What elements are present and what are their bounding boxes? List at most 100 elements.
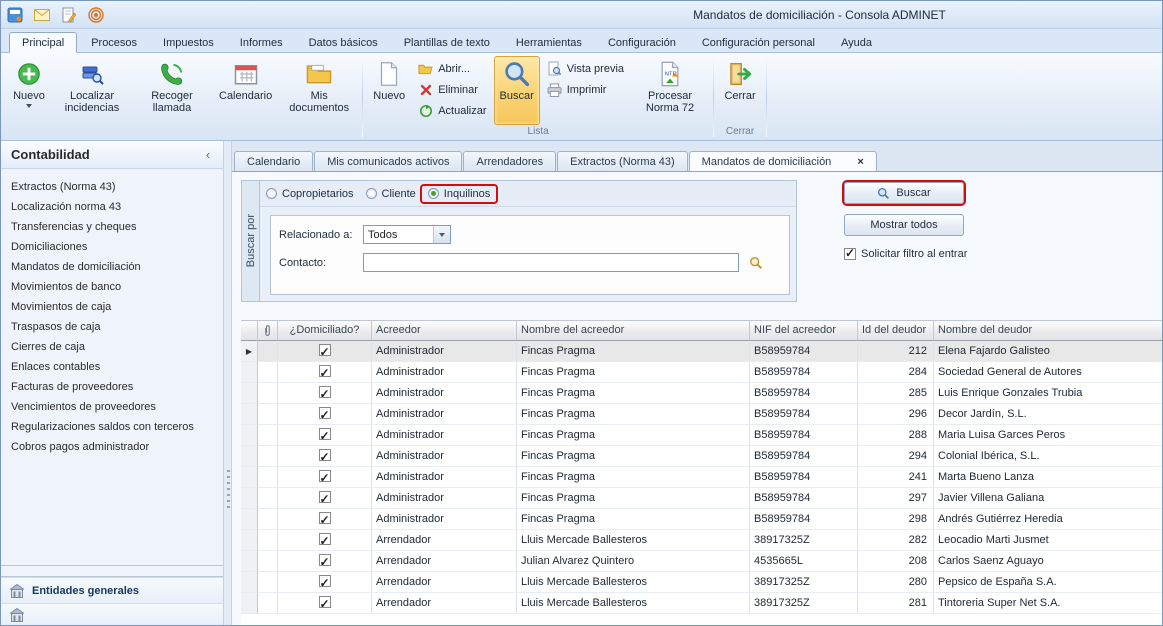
ribbon-tab[interactable]: Configuración personal	[690, 33, 827, 52]
document-tab[interactable]: Extractos (Norma 43)	[557, 151, 688, 171]
recoger-llamada-button[interactable]: Recoger llamada	[133, 56, 211, 125]
collapse-chevron-icon[interactable]	[201, 147, 215, 162]
table-row[interactable]: Administrador Fincas Pragma B58959784 29…	[241, 446, 1162, 467]
sidebar-item[interactable]: Cierres de caja	[1, 337, 223, 357]
sidebar-item[interactable]: Enlaces contables	[1, 357, 223, 377]
table-row[interactable]: Arrendador Lluis Mercade Ballesteros 389…	[241, 572, 1162, 593]
checkbox-icon[interactable]	[319, 575, 331, 587]
record-call-icon[interactable]	[87, 6, 105, 24]
checkbox-icon[interactable]	[319, 512, 331, 524]
checkbox-icon[interactable]	[319, 344, 331, 356]
domiciliado-cell[interactable]	[278, 404, 372, 425]
checkbox-icon[interactable]	[319, 491, 331, 503]
column-header-nif[interactable]: NIF del acreedor	[750, 321, 858, 341]
procesar-norma72-button[interactable]: NTR Procesar Norma 72	[631, 56, 709, 125]
checkbox-icon[interactable]	[319, 428, 331, 440]
sidebar-item[interactable]: Traspasos de caja	[1, 317, 223, 337]
sidebar-bottom-item[interactable]: Entidades generales	[1, 577, 223, 603]
radio-option[interactable]: Cliente	[360, 186, 422, 202]
checkbox-icon[interactable]	[319, 386, 331, 398]
calendario-button[interactable]: Calendario	[213, 56, 278, 125]
buscar-ribbon-button[interactable]: Buscar	[494, 56, 540, 125]
sidebar-item[interactable]: Vencimientos de proveedores	[1, 397, 223, 417]
nuevo-button[interactable]: Nuevo	[367, 56, 411, 125]
relacionado-select[interactable]: Todos	[363, 225, 451, 244]
eliminar-button[interactable]: Eliminar	[413, 80, 491, 99]
mostrar-todos-button[interactable]: Mostrar todos	[844, 214, 964, 236]
document-tab[interactable]: Mandatos de domiciliación	[689, 151, 877, 172]
checkbox-icon[interactable]	[319, 596, 331, 608]
actualizar-button[interactable]: Actualizar	[413, 101, 491, 120]
ribbon-tab[interactable]: Procesos	[79, 33, 149, 52]
sidebar-item[interactable]: Mandatos de domiciliación	[1, 257, 223, 277]
domiciliado-cell[interactable]	[278, 362, 372, 383]
domiciliado-cell[interactable]	[278, 551, 372, 572]
ribbon-tab[interactable]: Configuración	[596, 33, 688, 52]
chevron-down-icon[interactable]	[433, 226, 450, 243]
imprimir-button[interactable]: Imprimir	[542, 80, 629, 99]
domiciliado-cell[interactable]	[278, 572, 372, 593]
checkbox-icon[interactable]	[319, 449, 331, 461]
ribbon-tab[interactable]: Datos básicos	[297, 33, 390, 52]
table-row[interactable]: Administrador Fincas Pragma B58959784 29…	[241, 509, 1162, 530]
domiciliado-cell[interactable]	[278, 425, 372, 446]
radio-option[interactable]: Inquilinos	[422, 186, 496, 202]
sidebar-item[interactable]: Localización norma 43	[1, 197, 223, 217]
checkbox-icon[interactable]	[319, 554, 331, 566]
localizar-incidencias-button[interactable]: Localizar incidencias	[53, 56, 131, 125]
checkbox-icon[interactable]	[319, 470, 331, 482]
attachment-column-header[interactable]	[258, 321, 278, 341]
ribbon-tab[interactable]: Impuestos	[151, 33, 226, 52]
sidebar-item[interactable]: Cobros pagos administrador	[1, 437, 223, 457]
column-header-id-deudor[interactable]: Id del deudor	[858, 321, 934, 341]
table-row[interactable]: Administrador Fincas Pragma B58959784 29…	[241, 488, 1162, 509]
sidebar-item[interactable]: Extractos (Norma 43)	[1, 177, 223, 197]
mis-documentos-button[interactable]: Mis documentos	[280, 56, 358, 125]
radio-option[interactable]: Copropietarios	[260, 186, 360, 202]
contacto-input[interactable]	[363, 253, 739, 272]
sidebar-splitter[interactable]	[223, 141, 232, 625]
sidebar-bottom-item[interactable]	[1, 603, 223, 625]
document-tab[interactable]: Calendario	[234, 151, 313, 171]
domiciliado-cell[interactable]	[278, 530, 372, 551]
column-header-acreedor[interactable]: Acreedor	[372, 321, 517, 341]
sidebar-item[interactable]: Movimientos de caja	[1, 297, 223, 317]
column-header-domiciliado[interactable]: ¿Domiciliado?	[278, 321, 372, 341]
solicitar-filtro-checkbox[interactable]	[844, 248, 856, 260]
checkbox-icon[interactable]	[319, 365, 331, 377]
table-row[interactable]: Administrador Fincas Pragma B58959784 21…	[241, 341, 1162, 362]
nuevo-menu-button[interactable]: Nuevo	[7, 56, 51, 125]
checkbox-icon[interactable]	[319, 533, 331, 545]
sidebar-item[interactable]: Domiciliaciones	[1, 237, 223, 257]
column-header-nombre-acreedor[interactable]: Nombre del acreedor	[517, 321, 750, 341]
column-header-nombre-deudor[interactable]: Nombre del deudor	[934, 321, 1162, 341]
domiciliado-cell[interactable]	[278, 488, 372, 509]
mail-icon[interactable]	[33, 6, 51, 24]
ribbon-tab[interactable]: Herramientas	[504, 33, 594, 52]
vista-previa-button[interactable]: Vista previa	[542, 59, 629, 78]
contacto-search-icon[interactable]	[749, 256, 763, 270]
table-row[interactable]: Administrador Fincas Pragma B58959784 24…	[241, 467, 1162, 488]
ribbon-tab[interactable]: Plantillas de texto	[392, 33, 502, 52]
sidebar-item[interactable]: Movimientos de banco	[1, 277, 223, 297]
sidebar-item[interactable]: Regularizaciones saldos con terceros	[1, 417, 223, 437]
ribbon-tab[interactable]: Principal	[9, 32, 77, 53]
domiciliado-cell[interactable]	[278, 467, 372, 488]
table-row[interactable]: Administrador Fincas Pragma B58959784 29…	[241, 404, 1162, 425]
domiciliado-cell[interactable]	[278, 341, 372, 362]
table-row[interactable]: Administrador Fincas Pragma B58959784 28…	[241, 362, 1162, 383]
ribbon-tab[interactable]: Ayuda	[829, 33, 884, 52]
tab-close-icon[interactable]	[857, 157, 863, 167]
table-row[interactable]: Arrendador Julian Alvarez Quintero 45356…	[241, 551, 1162, 572]
abrir-button[interactable]: Abrir...	[413, 59, 491, 78]
checkbox-icon[interactable]	[319, 407, 331, 419]
table-row[interactable]: Administrador Fincas Pragma B58959784 28…	[241, 383, 1162, 404]
domiciliado-cell[interactable]	[278, 593, 372, 614]
table-row[interactable]: Administrador Fincas Pragma B58959784 28…	[241, 425, 1162, 446]
buscar-button[interactable]: Buscar	[844, 182, 964, 204]
domiciliado-cell[interactable]	[278, 446, 372, 467]
sidebar-item[interactable]: Transferencias y cheques	[1, 217, 223, 237]
table-row[interactable]: Arrendador Lluis Mercade Ballesteros 389…	[241, 530, 1162, 551]
document-tab[interactable]: Arrendadores	[463, 151, 556, 171]
document-tab[interactable]: Mis comunicados activos	[314, 151, 462, 171]
